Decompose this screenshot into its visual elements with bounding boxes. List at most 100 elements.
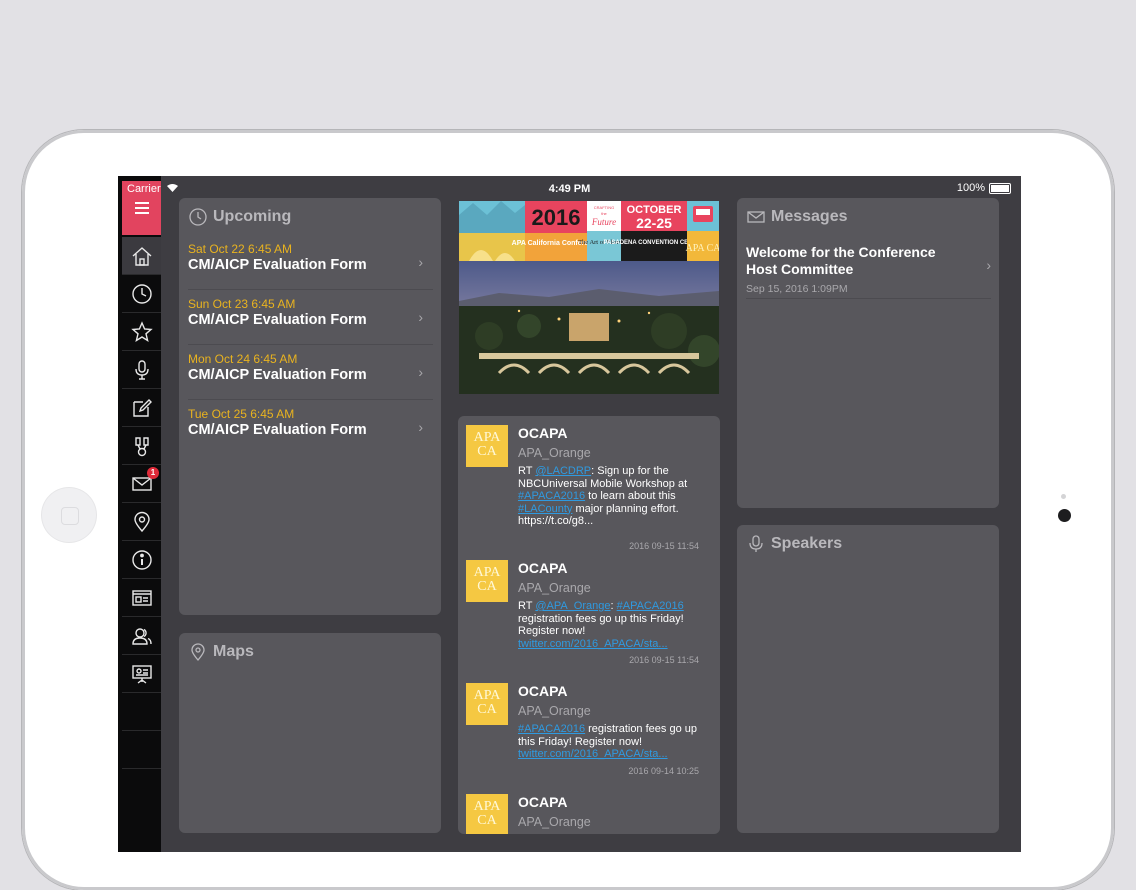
tweet-text-part: registration fees go up this Friday! Reg…: [518, 612, 684, 638]
url-link[interactable]: twitter.com/2016_APACA/sta...: [518, 748, 668, 760]
home-button[interactable]: [42, 488, 96, 542]
chevron-right-icon: ›: [418, 309, 423, 325]
banner-tagline-1: CRAFTING: [594, 205, 614, 210]
nav-attendees[interactable]: [122, 617, 161, 655]
messages-title: Messages: [771, 208, 848, 225]
hamburger-icon: [134, 202, 149, 214]
battery-indicator: 100%: [957, 182, 1011, 194]
map-pin-icon: [133, 511, 150, 532]
info-icon: [131, 549, 152, 570]
conference-banner[interactable]: 2016 APA California Conference CRAFTING …: [459, 201, 719, 394]
maps-panel[interactable]: Maps: [179, 633, 441, 833]
tweet-avatar: APA CA: [466, 683, 508, 725]
tweet-text-part: to learn about this: [585, 490, 676, 502]
news-icon: [131, 589, 152, 606]
nav-empty-2: [122, 731, 161, 769]
nav-sponsors[interactable]: [122, 427, 161, 465]
upcoming-item-title: CM/AICP Evaluation Form: [188, 422, 367, 438]
app-screen: 1 Carrier 4:49 PM 100% Upcoming Sat Oct …: [118, 176, 1021, 852]
tweet[interactable]: APA CA OCAPA APA_Orange: [466, 794, 711, 834]
upcoming-item[interactable]: Tue Oct 25 6:45 AM CM/AICP Evaluation Fo…: [188, 399, 433, 454]
presentation-icon: [131, 664, 152, 684]
message-title: Welcome for the Conference Host Committe…: [746, 244, 936, 277]
chevron-right-icon: ›: [418, 254, 423, 270]
tweet-avatar: APA CA: [466, 794, 508, 834]
upcoming-date: Tue Oct 25 6:45 AM: [188, 407, 295, 421]
nav-home[interactable]: [122, 237, 161, 275]
tweet-name: OCAPA: [518, 794, 568, 810]
battery-icon: [989, 182, 1011, 194]
clock-icon: [189, 208, 207, 226]
sponsor-icon: [134, 436, 149, 456]
tweet-avatar: APA CA: [466, 560, 508, 602]
banner-year: 2016: [532, 205, 581, 230]
banner-tagline-2: the: [601, 211, 607, 216]
hashtag-link[interactable]: #APACA2016: [518, 490, 585, 502]
twitter-feed-panel[interactable]: APA CA OCAPA APA_Orange RT @LACDRP: Sign…: [458, 416, 720, 834]
speakers-title: Speakers: [771, 535, 843, 552]
status-bar: Carrier 4:49 PM 100%: [118, 176, 1021, 198]
tweet-name: OCAPA: [518, 560, 568, 576]
upcoming-title: Upcoming: [213, 208, 292, 225]
tweet-handle: APA_Orange: [518, 704, 591, 718]
tweet[interactable]: APA CA OCAPA APA_Orange #APACA2016 regis…: [466, 683, 711, 783]
nav-empty-1: [122, 693, 161, 731]
tweet-time: 2016 09-15 11:54: [629, 541, 699, 551]
banner-logo: APA CA: [686, 243, 719, 254]
tweet-name: OCAPA: [518, 425, 568, 441]
nav-news[interactable]: [122, 579, 161, 617]
edit-icon: [132, 398, 152, 417]
tweet-name: OCAPA: [518, 683, 568, 699]
unread-badge: 1: [147, 467, 159, 479]
tweet-time: 2016 09-14 10:25: [628, 766, 699, 776]
chevron-right-icon: ›: [986, 257, 991, 273]
nav-maps[interactable]: [122, 503, 161, 541]
star-icon: [130, 320, 153, 342]
hashtag-link[interactable]: #LACounty: [518, 503, 572, 515]
banner-tagline-3: Future: [591, 217, 616, 227]
upcoming-date: Mon Oct 24 6:45 AM: [188, 352, 298, 366]
upcoming-panel: Upcoming Sat Oct 22 6:45 AM CM/AICP Eval…: [179, 198, 441, 615]
upcoming-item[interactable]: Sun Oct 23 6:45 AM CM/AICP Evaluation Fo…: [188, 289, 433, 345]
messages-panel: Messages Welcome for the Conference Host…: [737, 198, 999, 508]
nav-favorites[interactable]: [122, 313, 161, 351]
hashtag-link[interactable]: #APACA2016: [617, 600, 684, 612]
banner-art: 2016 APA California Conference CRAFTING …: [459, 201, 719, 394]
microphone-icon: [749, 535, 763, 552]
nav-notes[interactable]: [122, 389, 161, 427]
speakers-panel[interactable]: Speakers: [737, 525, 999, 833]
message-item[interactable]: Welcome for the Conference Host Committe…: [746, 242, 991, 299]
tweet-text-part: RT: [518, 600, 536, 612]
map-pin-icon: [191, 643, 205, 661]
clock-icon: [131, 283, 152, 304]
tweet[interactable]: APA CA OCAPA APA_Orange RT @APA_Orange: …: [466, 560, 711, 670]
status-time: 4:49 PM: [548, 183, 591, 195]
chevron-right-icon: ›: [418, 419, 423, 435]
nav-schedule[interactable]: [122, 275, 161, 313]
upcoming-date: Sun Oct 23 6:45 AM: [188, 297, 296, 311]
tweet-avatar: APA CA: [466, 425, 508, 467]
tweet-handle: APA_Orange: [518, 815, 591, 829]
nav-messages[interactable]: 1: [122, 465, 161, 503]
battery-percent: 100%: [956, 182, 985, 194]
upcoming-date: Sat Oct 22 6:45 AM: [188, 242, 293, 256]
mail-icon: [747, 211, 765, 223]
nav-presentations[interactable]: [122, 655, 161, 693]
tweet-text-part: RT: [518, 465, 536, 477]
home-icon: [132, 246, 151, 266]
hashtag-link[interactable]: #APACA2016: [518, 723, 585, 735]
front-camera: [1058, 509, 1071, 522]
nav-info[interactable]: [122, 541, 161, 579]
nav-speakers[interactable]: [122, 351, 161, 389]
tweet-time: 2016 09-15 11:54: [629, 655, 699, 665]
tweet-handle: APA_Orange: [518, 446, 591, 460]
mention-link[interactable]: @APA_Orange: [535, 600, 610, 612]
chevron-right-icon: ›: [418, 364, 423, 380]
tweet[interactable]: APA CA OCAPA APA_Orange RT @LACDRP: Sign…: [466, 425, 711, 551]
mention-link[interactable]: @LACDRP: [535, 465, 591, 477]
url-link[interactable]: twitter.com/2016_APACA/sta...: [518, 638, 668, 650]
upcoming-item[interactable]: Sat Oct 22 6:45 AM CM/AICP Evaluation Fo…: [188, 234, 433, 290]
message-date: Sep 15, 2016 1:09PM: [746, 283, 848, 295]
people-icon: [131, 627, 152, 645]
upcoming-item[interactable]: Mon Oct 24 6:45 AM CM/AICP Evaluation Fo…: [188, 344, 433, 400]
